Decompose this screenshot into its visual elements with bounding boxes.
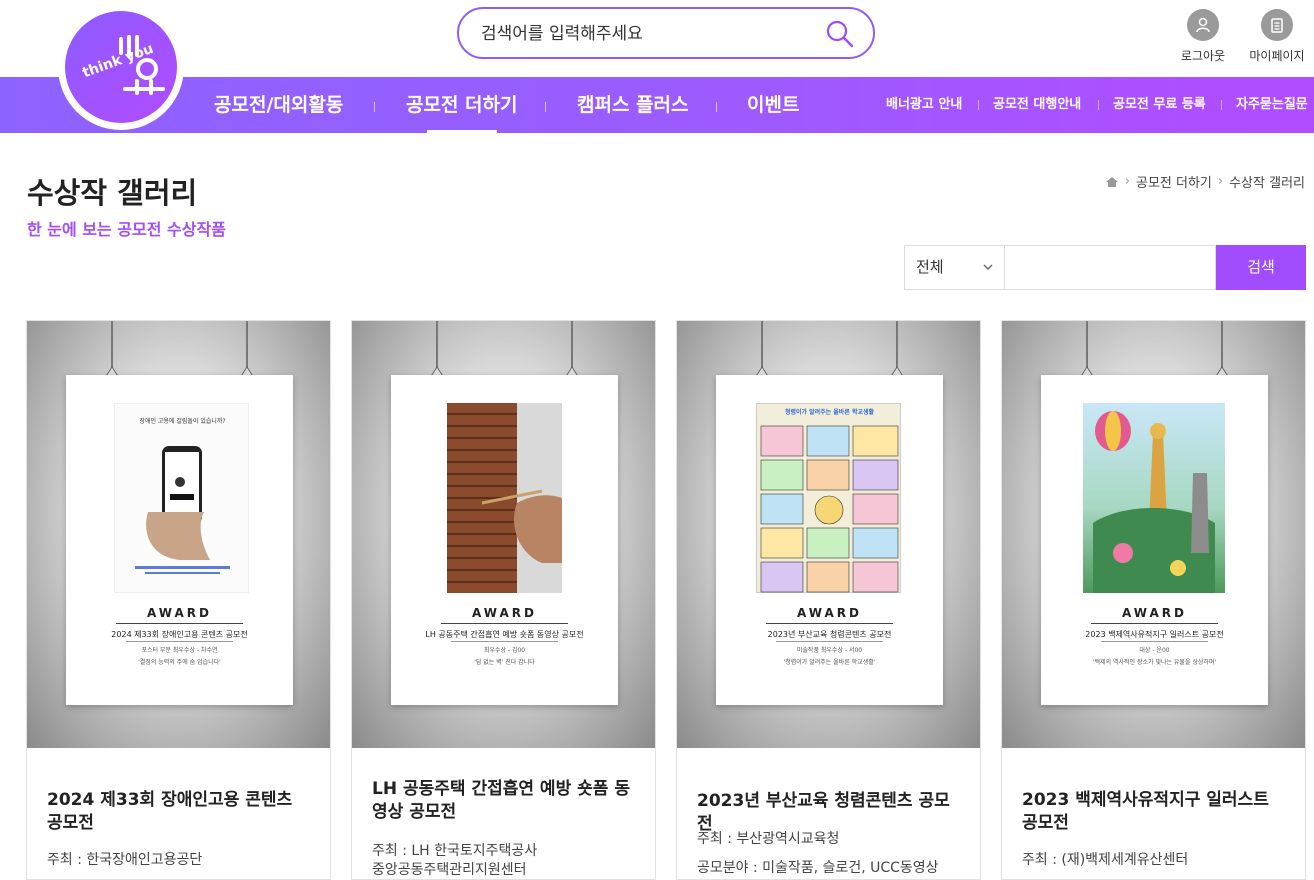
chevron-right-icon: › (1217, 174, 1224, 189)
breadcrumb: › 공모전 더하기 › 수상작 갤러리 (1105, 172, 1305, 191)
award-prize: 대상 - 운00 (1139, 647, 1170, 654)
card-organizer: 주최 : (재)백제세계유산센터 (1022, 852, 1189, 868)
nav-sub-faq[interactable]: 자주묻는질문 (1236, 77, 1308, 133)
award-heading: AWARD (147, 606, 212, 620)
award-divider (441, 623, 568, 624)
card-image: 장애인 고용에 걸림돌이 있습니까? AWARD 2024 제33회 장애인고용… (27, 321, 330, 748)
home-icon[interactable] (1105, 176, 1119, 188)
top-bar: 로그아웃 마이페이지 (0, 0, 1314, 77)
award-heading: AWARD (472, 606, 537, 620)
nav-divider (374, 102, 375, 112)
artwork-caption: 장애인 고용에 걸림돌이 있습니까? (139, 418, 226, 425)
nav-sub-divider (978, 100, 979, 110)
card-category: 공모분야 : 미술작품, 슬로건, UCC동영상 (697, 860, 939, 876)
award-divider (766, 623, 893, 624)
nav-divider (545, 102, 546, 112)
award-artwork (1083, 403, 1225, 593)
keyword-input[interactable] (1004, 245, 1216, 290)
award-artwork: 장애인 고용에 걸림돌이 있습니까? (114, 403, 249, 593)
card-image: AWARD LH 공동주택 간접흡연 예방 숏폼 동영상 공모전 최우수상 - … (352, 321, 655, 748)
nav-sub-divider (1221, 100, 1222, 110)
award-paper: AWARD LH 공동주택 간접흡연 예방 숏폼 동영상 공모전 최우수상 - … (391, 375, 618, 705)
award-quote: '담 없는 벽' 친다 갑니다 (474, 659, 535, 666)
page-subtitle: 한 눈에 보는 공모전 수상작품 (27, 220, 226, 239)
logo-mark-icon (117, 35, 171, 102)
award-paper: 청렴이가 알려주는 올바른 학교생활 AWARD 2023년 부산교육 청렴콘텐… (716, 375, 943, 705)
mypage-label: 마이페이지 (1249, 49, 1305, 63)
nav-item-contest-plus[interactable]: 공모전 더하기 (406, 77, 518, 133)
nav-active-indicator (427, 130, 497, 133)
nav-sub-divider (1098, 100, 1099, 110)
card-organizer: 주최 : 한국장애인고용공단 (47, 852, 203, 868)
nav-sub-agency[interactable]: 공모전 대행안내 (993, 77, 1081, 133)
search-box (457, 7, 875, 59)
chevron-down-icon (983, 264, 993, 270)
gallery-card[interactable]: 청렴이가 알려주는 올바른 학교생활 AWARD 2023년 부산교육 청렴콘텐… (676, 320, 981, 880)
card-title[interactable]: 2023 백제역사유적지구 일러스트 공모전 (1022, 789, 1287, 835)
award-quote: '결점의 능력의 주에 숨 업습니다' (138, 659, 221, 666)
award-artwork: 청렴이가 알려주는 올바른 학교생활 (756, 403, 901, 593)
gallery-card[interactable]: AWARD LH 공동주택 간접흡연 예방 숏폼 동영상 공모전 최우수상 - … (351, 320, 656, 880)
award-heading: AWARD (797, 606, 862, 620)
search-icon[interactable] (825, 19, 855, 49)
award-quote: '백제의 역사적인 장소가 빛나는 유물을 상상하며' (1092, 659, 1217, 666)
award-divider (1091, 623, 1218, 624)
logout-label: 로그아웃 (1180, 49, 1226, 63)
card-title[interactable]: LH 공동주택 간접흡연 예방 숏폼 동영상 공모전 (372, 778, 637, 824)
card-image: AWARD 2023 백제역사유적지구 일러스트 공모전 대상 - 운00 '백… (1002, 321, 1305, 748)
card-organizer: 주최 : LH 한국토지주택공사 (372, 843, 538, 859)
category-select-value: 전체 (916, 258, 944, 276)
award-divider (776, 641, 883, 642)
main-nav: 공모전/대외활동 공모전 더하기 캠퍼스 플러스 이벤트 배너광고 안내 공모전… (0, 77, 1314, 133)
award-artwork (447, 403, 562, 593)
artwork-caption: 청렴이가 알려주는 올바른 학교생활 (784, 409, 875, 416)
chevron-right-icon: › (1124, 174, 1130, 189)
search-input[interactable] (481, 21, 811, 47)
gallery-card[interactable]: 장애인 고용에 걸림돌이 있습니까? AWARD 2024 제33회 장애인고용… (26, 320, 331, 880)
card-title[interactable]: 2024 제33회 장애인고용 콘텐츠 공모전 (47, 789, 312, 835)
user-icon (1187, 9, 1219, 41)
award-title: 2023 백제역사유적지구 일러스트 공모전 (1085, 630, 1224, 639)
nav-sub-free-register[interactable]: 공모전 무료 등록 (1113, 77, 1206, 133)
award-paper: 장애인 고용에 걸림돌이 있습니까? AWARD 2024 제33회 장애인고용… (66, 375, 293, 705)
award-prize: 최우수상 - 김00 (483, 647, 526, 654)
award-divider (126, 641, 233, 642)
award-title: LH 공동주택 간접흡연 예방 숏폼 동영상 공모전 (425, 630, 584, 639)
category-select[interactable]: 전체 (904, 245, 1004, 290)
award-prize: 미술작품 최우수상 - 서00 (796, 647, 863, 654)
clipboard-icon (1261, 9, 1293, 41)
award-divider (116, 623, 243, 624)
page-title: 수상작 갤러리 (27, 176, 198, 210)
mypage-button[interactable]: 마이페이지 (1242, 9, 1312, 64)
logout-button[interactable]: 로그아웃 (1168, 9, 1238, 64)
award-title: 2024 제33회 장애인고용 콘텐츠 공모전 (111, 630, 248, 639)
nav-item-contests[interactable]: 공모전/대외활동 (214, 77, 343, 133)
nav-divider (716, 102, 717, 112)
award-prize: 포스터 부문 최우수상 - 차수연 (141, 647, 218, 654)
breadcrumb-current: 수상작 갤러리 (1229, 176, 1305, 191)
award-heading: AWARD (1122, 606, 1187, 620)
card-image: 청렴이가 알려주는 올바른 학교생활 AWARD 2023년 부산교육 청렴콘텐… (677, 321, 980, 748)
nav-item-events[interactable]: 이벤트 (747, 77, 799, 133)
award-quote: '청렴이가 알려주는 올바른 학교생활' (783, 659, 876, 666)
award-title: 2023년 부산교육 청렴콘텐츠 공모전 (767, 630, 892, 639)
award-divider (1101, 641, 1208, 642)
nav-item-campus-plus[interactable]: 캠퍼스 플러스 (577, 77, 689, 133)
card-organizer-2: 중앙공동주택관리지원센터 (372, 862, 527, 878)
logo-badge: think you (65, 11, 177, 123)
card-organizer: 주최 : 부산광역시교육청 (697, 831, 840, 847)
logo[interactable]: think you (58, 4, 184, 130)
award-paper: AWARD 2023 백제역사유적지구 일러스트 공모전 대상 - 운00 '백… (1041, 375, 1268, 705)
award-divider (451, 641, 558, 642)
gallery-card[interactable]: AWARD 2023 백제역사유적지구 일러스트 공모전 대상 - 운00 '백… (1001, 320, 1306, 880)
search-button[interactable]: 검색 (1216, 245, 1306, 290)
breadcrumb-item[interactable]: 공모전 더하기 (1136, 172, 1212, 191)
nav-sub-banner-ad[interactable]: 배너광고 안내 (886, 77, 962, 133)
